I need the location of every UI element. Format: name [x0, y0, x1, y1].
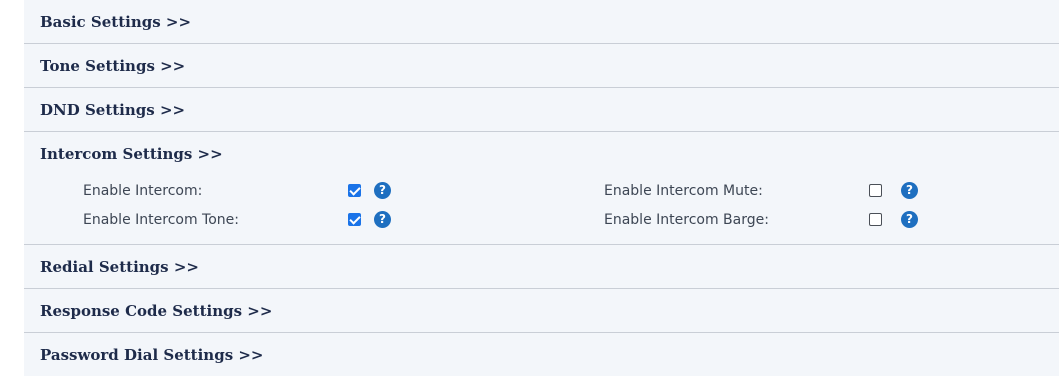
section-password-dial-settings[interactable]: Password Dial Settings >> [24, 333, 1059, 376]
section-dnd-settings[interactable]: DND Settings >> [24, 88, 1059, 132]
enable-intercom-checkbox[interactable] [348, 184, 361, 197]
section-response-code-settings[interactable]: Response Code Settings >> [24, 289, 1059, 333]
section-intercom-settings: Intercom Settings >> Enable Intercom: ? … [24, 132, 1059, 245]
question-circle-icon[interactable]: ? [901, 182, 918, 199]
enable-intercom-barge-label: Enable Intercom Barge: [604, 211, 769, 228]
section-redial-settings[interactable]: Redial Settings >> [24, 245, 1059, 289]
enable-intercom-label: Enable Intercom: [83, 182, 203, 199]
section-basic-settings[interactable]: Basic Settings >> [24, 0, 1059, 44]
intercom-settings-rows: Enable Intercom: ? Enable Intercom Mute:… [24, 176, 1059, 244]
enable-intercom-tone-label: Enable Intercom Tone: [83, 211, 239, 228]
question-circle-icon[interactable]: ? [374, 182, 391, 199]
intercom-row-2: Enable Intercom Tone: ? Enable Intercom … [24, 205, 1059, 234]
enable-intercom-mute-checkbox[interactable] [869, 184, 882, 197]
question-circle-icon[interactable]: ? [374, 211, 391, 228]
enable-intercom-mute-label: Enable Intercom Mute: [604, 182, 763, 199]
section-intercom-settings-header[interactable]: Intercom Settings >> [24, 132, 1059, 176]
intercom-row-1: Enable Intercom: ? Enable Intercom Mute:… [24, 176, 1059, 205]
question-circle-icon[interactable]: ? [901, 211, 918, 228]
settings-panel: Basic Settings >> Tone Settings >> DND S… [24, 0, 1059, 376]
section-tone-settings[interactable]: Tone Settings >> [24, 44, 1059, 88]
enable-intercom-barge-checkbox[interactable] [869, 213, 882, 226]
enable-intercom-tone-checkbox[interactable] [348, 213, 361, 226]
